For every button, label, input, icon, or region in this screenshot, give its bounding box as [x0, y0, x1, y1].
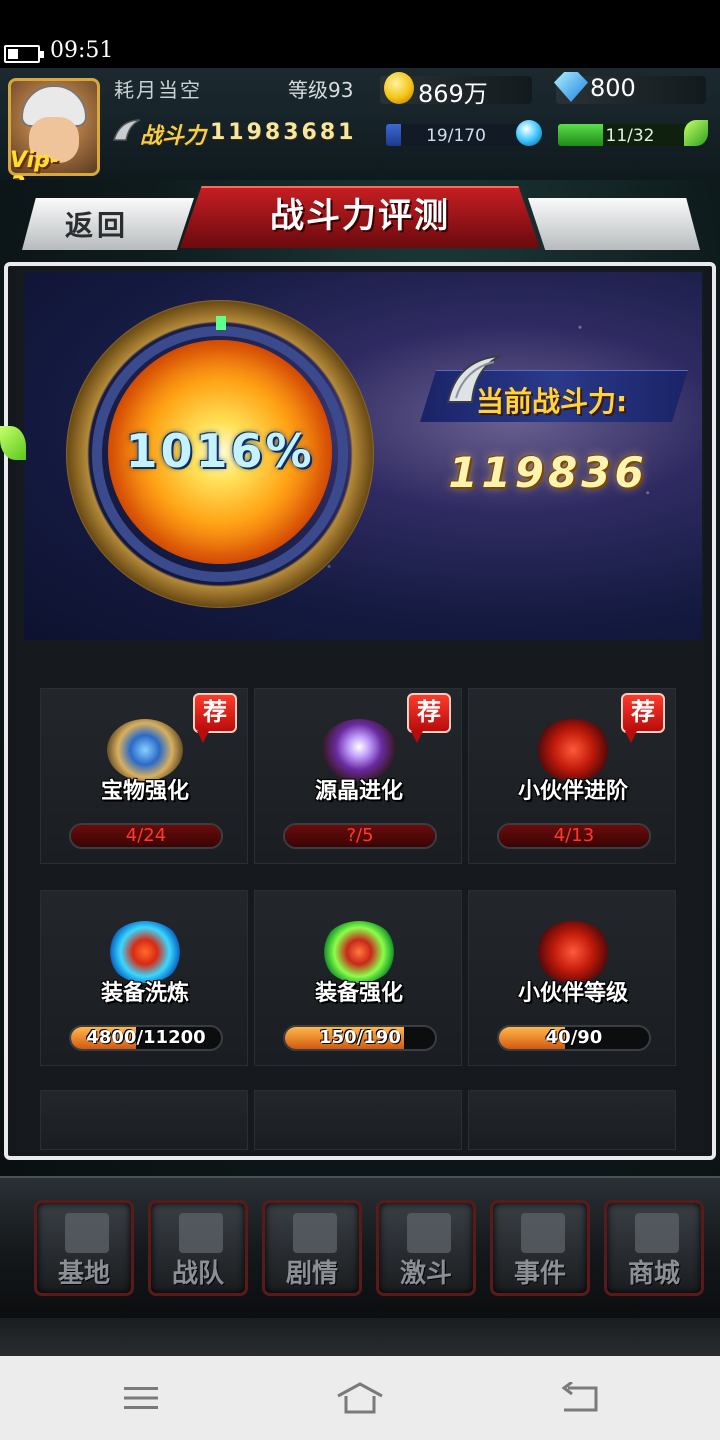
power-value: 11983681: [210, 120, 357, 145]
nav-base[interactable]: 基地: [34, 1200, 134, 1296]
card-partial[interactable]: [40, 1090, 248, 1150]
base-icon: [65, 1213, 109, 1253]
power-percent: 1016%: [125, 424, 315, 478]
card-label: 源晶进化: [314, 779, 403, 804]
equipment-refine-icon: [107, 921, 183, 983]
crystal-icon: [321, 719, 397, 781]
card-label: 装备强化: [314, 981, 403, 1006]
card-partial[interactable]: [254, 1090, 462, 1150]
energy-orb-icon[interactable]: [516, 120, 542, 146]
card-label: 小伙伴进阶: [517, 779, 628, 804]
nav-label: 激斗: [399, 1259, 452, 1289]
shop-icon: [635, 1213, 679, 1253]
battery-icon: [4, 45, 44, 63]
nav-story[interactable]: 剧情: [262, 1200, 362, 1296]
right-header-button[interactable]: [528, 198, 700, 250]
team-icon: [179, 1213, 223, 1253]
partner-level-icon: [535, 921, 611, 983]
nav-label: 基地: [57, 1259, 110, 1289]
stamina-text: 11/32: [605, 126, 655, 146]
player-name: 耗月当空: [114, 78, 202, 102]
card-progress: 4/24: [69, 823, 223, 849]
card-partial[interactable]: [468, 1090, 676, 1150]
card-progress-text: 150/190: [319, 1027, 401, 1048]
nav-label: 剧情: [285, 1259, 338, 1289]
card-partner-advance[interactable]: 小伙伴进阶 4/13 荐: [468, 688, 676, 864]
vip-badge: Vip-3: [10, 148, 60, 198]
card-progress: ?/5: [283, 823, 437, 849]
card-equipment-strength[interactable]: 装备强化 150/190: [254, 890, 462, 1066]
clock: 09:51: [50, 38, 114, 63]
recommend-badge: 荐: [407, 693, 451, 743]
card-equipment-refine[interactable]: 装备洗炼 4800/11200: [40, 890, 248, 1066]
nav-label: 商城: [627, 1259, 680, 1289]
page-title: 战斗力评测: [270, 196, 450, 236]
gold-coin-icon: [384, 72, 414, 104]
menu-icon[interactable]: [124, 1386, 158, 1410]
card-label: 小伙伴等级: [517, 981, 628, 1006]
gem-amount: 800: [590, 74, 636, 102]
card-progress: 4800/11200: [69, 1025, 223, 1051]
card-progress: 40/90: [497, 1025, 651, 1051]
story-icon: [293, 1213, 337, 1253]
partner-advance-icon: [535, 719, 611, 781]
card-progress-text: 4/13: [553, 825, 595, 846]
nav-label: 战队: [171, 1259, 224, 1289]
nav-shop[interactable]: 商城: [604, 1200, 704, 1296]
nav-bottom-strip: [0, 1318, 720, 1356]
card-progress-text: ?/5: [346, 825, 374, 846]
battle-icon: [407, 1213, 451, 1253]
equipment-strength-icon: [321, 921, 397, 983]
energy-text: 19/170: [426, 126, 486, 146]
card-label: 装备洗炼: [100, 981, 189, 1006]
recommend-badge: 荐: [193, 693, 237, 743]
nav-team[interactable]: 战队: [148, 1200, 248, 1296]
card-progress: 4/13: [497, 823, 651, 849]
current-power-label: 当前战斗力:: [476, 385, 628, 418]
card-progress-text: 4800/11200: [86, 1027, 206, 1048]
nav-label: 事件: [513, 1259, 566, 1289]
player-level: 等级93: [288, 78, 354, 102]
card-progress-text: 4/24: [125, 825, 167, 846]
event-icon: [521, 1213, 565, 1253]
card-progress: 150/190: [283, 1025, 437, 1051]
card-progress-text: 40/90: [545, 1027, 603, 1048]
treasure-icon: [107, 719, 183, 781]
power-label: 战斗力: [140, 124, 207, 149]
card-partner-level[interactable]: 小伙伴等级 40/90: [468, 890, 676, 1066]
ring-marker: [216, 316, 226, 330]
home-icon[interactable]: [336, 1382, 384, 1414]
card-label: 宝物强化: [100, 779, 189, 804]
horn-icon: [113, 119, 141, 141]
leaf-icon[interactable]: [684, 120, 708, 146]
nav-event[interactable]: 事件: [490, 1200, 590, 1296]
back-button-label[interactable]: 返回: [22, 204, 172, 244]
card-crystal-evolve[interactable]: 源晶进化 ?/5 荐: [254, 688, 462, 864]
back-icon[interactable]: [560, 1382, 598, 1414]
gold-amount: 869万: [418, 80, 488, 108]
nav-battle[interactable]: 激斗: [376, 1200, 476, 1296]
current-power-value: 119836: [448, 448, 648, 497]
card-treasure-enhance[interactable]: 宝物强化 4/24 荐: [40, 688, 248, 864]
recommend-badge: 荐: [621, 693, 665, 743]
